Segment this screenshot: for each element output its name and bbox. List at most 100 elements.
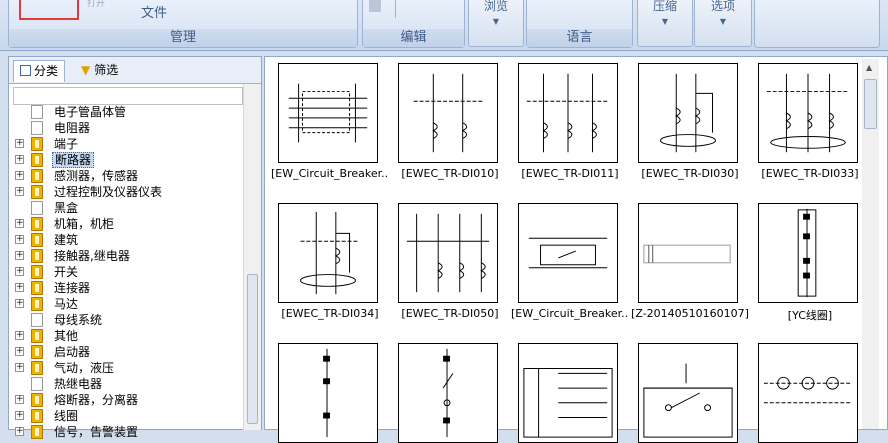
book-icon	[31, 393, 43, 407]
tree-item[interactable]: 电阻器	[9, 120, 243, 136]
group-edit: 编辑	[362, 0, 465, 48]
symbol-preview[interactable]	[518, 343, 618, 443]
group-language-label: 语言	[527, 29, 632, 47]
scroll-up-icon[interactable]: ▲	[866, 63, 872, 72]
tree-item[interactable]: + 断路器	[9, 152, 243, 168]
tree-item[interactable]: 黑盒	[9, 200, 243, 216]
symbol-preview[interactable]	[278, 63, 378, 163]
symbol-preview[interactable]	[638, 203, 738, 303]
file-button[interactable]: 文件	[141, 2, 167, 21]
symbol-preview[interactable]	[398, 63, 498, 163]
tree-item[interactable]: + 感测器，传感器	[9, 168, 243, 184]
compress-dropdown[interactable]: 压缩 ▼	[637, 0, 693, 47]
symbol-preview[interactable]	[518, 63, 618, 163]
tree-item[interactable]: + 开关	[9, 264, 243, 280]
browse-dropdown[interactable]: 浏览 ▼	[468, 0, 524, 47]
scrollbar-thumb[interactable]	[247, 274, 258, 424]
symbol-caption: [EWEC_TR-DI050]	[401, 307, 499, 320]
expand-icon[interactable]: +	[15, 331, 24, 340]
symbol-preview[interactable]	[758, 203, 858, 303]
tree-item-label: 马达	[54, 297, 79, 311]
gallery-scrollbar[interactable]: ▲	[862, 59, 879, 429]
book-icon	[31, 153, 43, 167]
expand-icon[interactable]: +	[15, 347, 24, 356]
tree-item[interactable]: + 其他	[9, 328, 243, 344]
expand-icon[interactable]: +	[15, 187, 24, 196]
expand-icon[interactable]: +	[15, 363, 24, 372]
symbol-caption: [Z-20140510160107]	[631, 307, 749, 320]
symbol-preview[interactable]	[398, 203, 498, 303]
tree-item-label: 启动器	[54, 345, 91, 359]
tree-item[interactable]: + 启动器	[9, 344, 243, 360]
tree-item[interactable]: + 连接器	[9, 280, 243, 296]
category-tree: 电子管晶体管 电阻器 + 端子 + 断路器 + 感测器，传感器 + 过程控制及仪器仪表 黑盒 + 机箱，…	[9, 104, 243, 440]
tree-item[interactable]: + 马达	[9, 296, 243, 312]
symbol-preview[interactable]	[758, 343, 858, 443]
symbol-preview[interactable]	[638, 63, 738, 163]
expand-icon[interactable]: +	[15, 139, 24, 148]
book-icon	[31, 345, 43, 359]
selected-button-highlight[interactable]	[19, 0, 79, 20]
expand-icon[interactable]: +	[15, 235, 24, 244]
tree-item-label: 气动，液压	[54, 361, 115, 375]
tab-filter[interactable]: ▼ 筛选	[75, 60, 124, 82]
tree-item[interactable]: 电子管晶体管	[9, 104, 243, 120]
tree-item[interactable]: 热继电器	[9, 376, 243, 392]
expand-icon[interactable]: +	[15, 251, 24, 260]
symbol-caption: [EW_Circuit_Breaker...	[271, 167, 389, 180]
schematic-symbol	[413, 73, 483, 153]
tree-item[interactable]: + 机箱，机柜	[9, 216, 243, 232]
symbol-preview[interactable]	[398, 343, 498, 443]
schematic-symbol	[660, 73, 716, 153]
tree-item[interactable]: + 接触器,继电器	[9, 248, 243, 264]
expand-icon[interactable]: +	[15, 219, 24, 228]
tree-item-label: 母线系统	[54, 313, 103, 327]
book-icon	[31, 217, 43, 231]
funnel-icon: ▼	[81, 63, 91, 77]
paste-icon[interactable]	[369, 0, 381, 12]
expand-icon[interactable]: +	[15, 283, 24, 292]
tree-item-label: 连接器	[54, 281, 91, 295]
tree-item[interactable]: + 熔断器，分离器	[9, 392, 243, 408]
open-button-label[interactable]: 打开	[87, 0, 105, 9]
symbol-preview[interactable]	[518, 203, 618, 303]
group-empty	[754, 0, 880, 48]
tree-item[interactable]: + 过程控制及仪器仪表	[9, 184, 243, 200]
tab-category[interactable]: 分类	[13, 60, 66, 82]
chevron-down-icon: ▼	[492, 17, 500, 26]
tree-item[interactable]: + 端子	[9, 136, 243, 152]
schematic-symbol	[528, 237, 608, 269]
tree-scrollbar[interactable]	[243, 84, 261, 430]
document-icon	[31, 377, 43, 391]
book-icon	[31, 297, 43, 311]
symbol-preview[interactable]	[278, 343, 378, 443]
scrollbar-thumb[interactable]	[864, 79, 877, 129]
tree-item-label: 电子管晶体管	[54, 105, 127, 119]
expand-icon[interactable]: +	[15, 171, 24, 180]
tree-item[interactable]: + 信号，告警装置	[9, 424, 243, 440]
book-icon	[31, 233, 43, 247]
book-icon	[31, 409, 43, 423]
tree-item[interactable]: + 建筑	[9, 232, 243, 248]
tree-item-label: 信号，告警装置	[54, 425, 139, 439]
group-manage: 打开 文件 管理	[8, 0, 358, 48]
category-search-input[interactable]	[13, 87, 243, 105]
expand-icon[interactable]: +	[15, 427, 24, 436]
tree-item-label: 建筑	[54, 233, 79, 247]
tree-item[interactable]: + 线圈	[9, 408, 243, 424]
expand-icon[interactable]: +	[15, 411, 24, 420]
expand-icon[interactable]: +	[15, 155, 24, 164]
symbol-caption: [YC线圈]	[787, 309, 833, 322]
symbol-preview[interactable]	[278, 203, 378, 303]
expand-icon[interactable]: +	[15, 267, 24, 276]
symbol-caption: [EWEC_TR-DI010]	[401, 167, 499, 180]
symbol-preview[interactable]	[638, 343, 738, 443]
group-language: 语言	[526, 0, 633, 48]
tree-item[interactable]: 母线系统	[9, 312, 243, 328]
options-dropdown[interactable]: 选项 ▼	[694, 0, 752, 47]
document-icon	[31, 105, 43, 119]
symbol-preview[interactable]	[758, 63, 858, 163]
expand-icon[interactable]: +	[15, 299, 24, 308]
tree-item[interactable]: + 气动，液压	[9, 360, 243, 376]
expand-icon[interactable]: +	[15, 395, 24, 404]
